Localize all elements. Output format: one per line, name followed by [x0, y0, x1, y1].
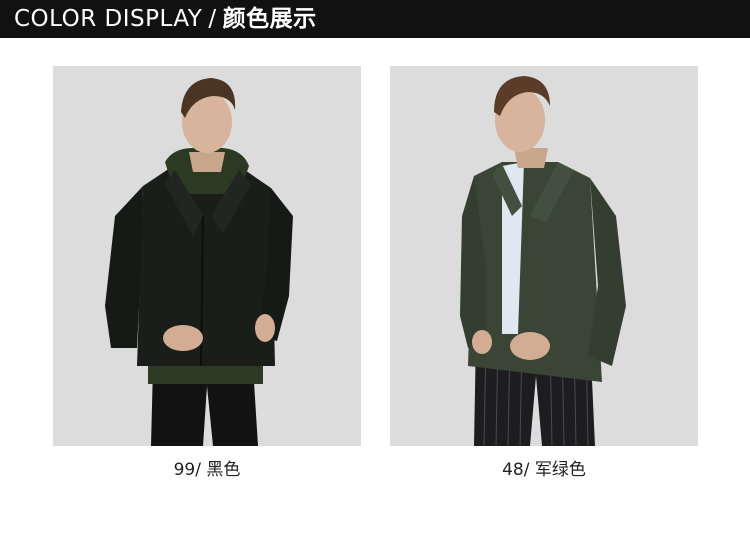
- page-title: COLOR DISPLAY / 颜色展示: [14, 4, 317, 34]
- title-separator: /: [208, 6, 217, 32]
- product-photo-black: [53, 66, 361, 446]
- caption-army-green: 48/ 军绿色: [502, 460, 586, 480]
- title-en: COLOR DISPLAY: [14, 6, 203, 32]
- caption-black: 99/ 黑色: [173, 460, 241, 480]
- page-header: COLOR DISPLAY / 颜色展示: [0, 0, 750, 38]
- title-cn: 颜色展示: [222, 6, 317, 32]
- product-photo-army-green: [390, 66, 698, 446]
